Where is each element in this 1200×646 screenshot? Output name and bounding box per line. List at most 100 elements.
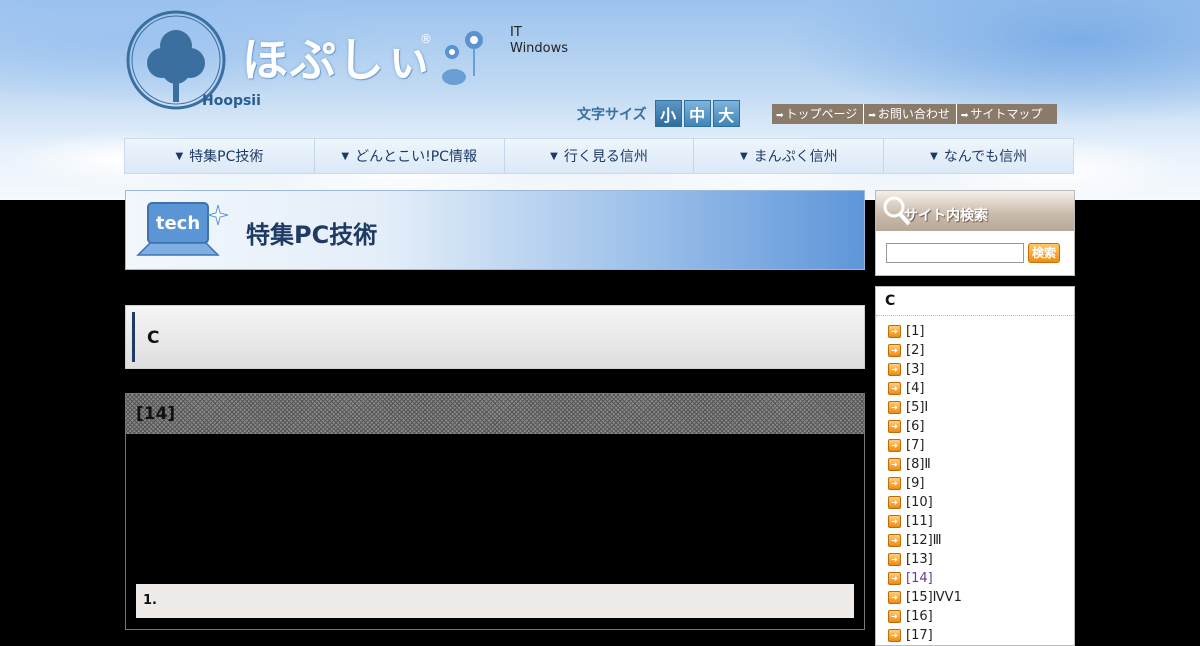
- global-nav: ▼ 特集PC技術 ▼ どんとこい!PC情報 ▼ 行く見る信州 ▼ まんぷく信州 ▼ なんで…: [124, 138, 1074, 174]
- sidebar-list-item[interactable]: ➜ [2]: [876, 341, 1074, 360]
- search-title: サイト内検索: [904, 208, 988, 224]
- title-accent-bar: [132, 312, 135, 362]
- nav-item-shinshu-food[interactable]: ▼ まんぷく信州: [694, 139, 885, 173]
- arrow-bullet-icon: ➜: [888, 477, 901, 490]
- link-label: トップページ: [785, 107, 858, 121]
- chevron-down-icon: ▼: [341, 150, 350, 162]
- sidebar-list-item[interactable]: ➜ [12]Ⅲ: [876, 531, 1074, 550]
- arrow-bullet-icon: ➜: [888, 629, 901, 642]
- arrow-bullet-icon: ➜: [888, 458, 901, 471]
- sidebar-item-label: [7]: [906, 438, 925, 453]
- post-title: C: [147, 328, 160, 348]
- contact-link[interactable]: ➡ お問い合わせ: [864, 104, 957, 124]
- chevron-down-icon: ▼: [930, 150, 938, 162]
- chevron-down-icon: ▼: [739, 150, 748, 162]
- nav-item-shinshu-travel[interactable]: ▼ 行く見る信州: [505, 139, 695, 173]
- sidebar-list-item[interactable]: ➜ [17]: [876, 626, 1074, 645]
- sidebar-list-item[interactable]: ➜ [6]: [876, 417, 1074, 436]
- laptop-tech-icon: tech: [136, 202, 229, 256]
- sidebar-item-label: [17]: [906, 628, 933, 643]
- font-size-medium-button[interactable]: 中: [683, 100, 711, 127]
- sidebar-item-label: [9]: [906, 476, 925, 491]
- sidebar-list-item[interactable]: ➜ [3]: [876, 360, 1074, 379]
- nav-item-feature-pc[interactable]: ▼ 特集PC技術: [125, 139, 315, 173]
- arrow-bullet-icon: ➜: [888, 344, 901, 357]
- arrow-bullet-icon: ➜: [888, 496, 901, 509]
- sidebar-list-item[interactable]: ➜ [7]: [876, 436, 1074, 455]
- search-header: サイト内検索: [876, 191, 1074, 231]
- tech-icon-label: tech: [156, 213, 200, 234]
- article-point-heading: 1.: [136, 584, 854, 618]
- tagline-line: Windows: [510, 41, 569, 56]
- arrow-bullet-icon: ➜: [888, 515, 901, 528]
- sidebar-list-item[interactable]: ➜ [15]ⅣV1: [876, 588, 1074, 607]
- sidebar-item-label: [6]: [906, 419, 925, 434]
- sidebar-list-item[interactable]: ➜ [16]: [876, 607, 1074, 626]
- sidebar-list-item[interactable]: ➜ [1]: [876, 322, 1074, 341]
- section-header-banner: tech 特集PC技術: [125, 190, 865, 270]
- chevron-down-icon: ▼: [175, 150, 184, 162]
- sidebar-item-label: [11]: [906, 514, 933, 529]
- top-page-link[interactable]: ➡ トップページ: [772, 104, 865, 124]
- sidebar-list-item[interactable]: ➜ [4]: [876, 379, 1074, 398]
- registered-mark: ®: [420, 32, 432, 46]
- chevron-down-icon: ▼: [550, 150, 558, 162]
- link-label: サイトマップ: [970, 107, 1043, 121]
- sidebar-item-label: [1]: [906, 324, 925, 339]
- link-label: お問い合わせ: [877, 107, 950, 121]
- sidebar-item-label: [8]Ⅱ: [906, 457, 931, 472]
- sidebar-item-label: [3]: [906, 362, 925, 377]
- arrow-bullet-icon: ➜: [888, 534, 901, 547]
- arrow-bullet-icon: ➜: [888, 401, 901, 414]
- sidebar-list-item[interactable]: ➜ [10]: [876, 493, 1074, 512]
- sidebar-item-label: [12]Ⅲ: [906, 533, 942, 548]
- logo-wordmark: ほぷしぃ: [242, 33, 434, 87]
- sidebar-item-label: [13]: [906, 552, 933, 567]
- nav-item-shinshu-misc[interactable]: ▼ なんでも信州: [884, 139, 1073, 173]
- sidebar-list-item[interactable]: ➜ [9]: [876, 474, 1074, 493]
- site-search-box: サイト内検索 検索: [875, 190, 1075, 276]
- font-size-small-button[interactable]: 小: [654, 100, 682, 127]
- sidebar-item-label: [16]: [906, 609, 933, 624]
- sidebar-item-label: [14]: [906, 571, 933, 586]
- font-size-large-button[interactable]: 大: [712, 100, 740, 127]
- sitemap-link[interactable]: ➡ サイトマップ: [956, 104, 1057, 124]
- nav-item-label: どんとこい!PC情報: [355, 149, 477, 165]
- arrow-bullet-icon: ➜: [888, 325, 901, 338]
- article-content-box: [14] 1.: [125, 393, 865, 630]
- sidebar-list-item[interactable]: ➜ [8]Ⅱ: [876, 455, 1074, 474]
- nav-item-label: 行く見る信州: [563, 149, 648, 165]
- arrow-bullet-icon: ➜: [888, 610, 901, 623]
- font-size-control: 文字サイズ 小 中 大: [577, 100, 740, 127]
- search-button[interactable]: 検索: [1028, 243, 1060, 263]
- sidebar-list-item[interactable]: ➜ [14]: [876, 569, 1074, 588]
- sidebar-list-title: C: [876, 287, 1074, 316]
- arrow-bullet-icon: ➜: [888, 439, 901, 452]
- sunflower-icon: [442, 31, 483, 85]
- font-size-label: 文字サイズ: [577, 106, 647, 123]
- sidebar-list-item[interactable]: ➜ [5]Ⅰ: [876, 398, 1074, 417]
- sidebar-list-item[interactable]: ➜ [11]: [876, 512, 1074, 531]
- arrow-bullet-icon: ➜: [888, 382, 901, 395]
- tagline-line: IT: [510, 25, 522, 40]
- article-heading: [14]: [126, 394, 864, 434]
- post-title-box: C: [125, 305, 865, 369]
- arrow-right-icon: ➡: [960, 111, 969, 121]
- search-input[interactable]: [886, 243, 1024, 263]
- sidebar-item-label: [10]: [906, 495, 933, 510]
- sidebar-list: ➜ [1] ➜ [2] ➜ [3] ➜ [4] ➜ [5]Ⅰ ➜ [6] ➜ [7] ➜ [8]Ⅱ ➜ [9] ➜ […: [876, 322, 1074, 645]
- arrow-bullet-icon: ➜: [888, 572, 901, 585]
- sidebar-item-label: [5]Ⅰ: [906, 400, 929, 415]
- arrow-bullet-icon: ➜: [888, 553, 901, 566]
- arrow-bullet-icon: ➜: [888, 591, 901, 604]
- section-title: 特集PC技術: [246, 221, 378, 249]
- sidebar-item-label: [2]: [906, 343, 925, 358]
- utility-links: ➡ トップページ ➡ お問い合わせ ➡ サイトマップ: [772, 104, 1057, 124]
- nav-item-label: 特集PC技術: [189, 149, 264, 165]
- nav-item-pc-info[interactable]: ▼ どんとこい!PC情報: [315, 139, 505, 173]
- arrow-right-icon: ➡: [776, 111, 784, 121]
- sidebar-list-item[interactable]: ➜ [13]: [876, 550, 1074, 569]
- arrow-bullet-icon: ➜: [888, 363, 901, 376]
- logo-subtext: Hoopsii: [202, 93, 261, 109]
- site-logo[interactable]: ほぷしぃ ® Hoopsii: [124, 8, 504, 113]
